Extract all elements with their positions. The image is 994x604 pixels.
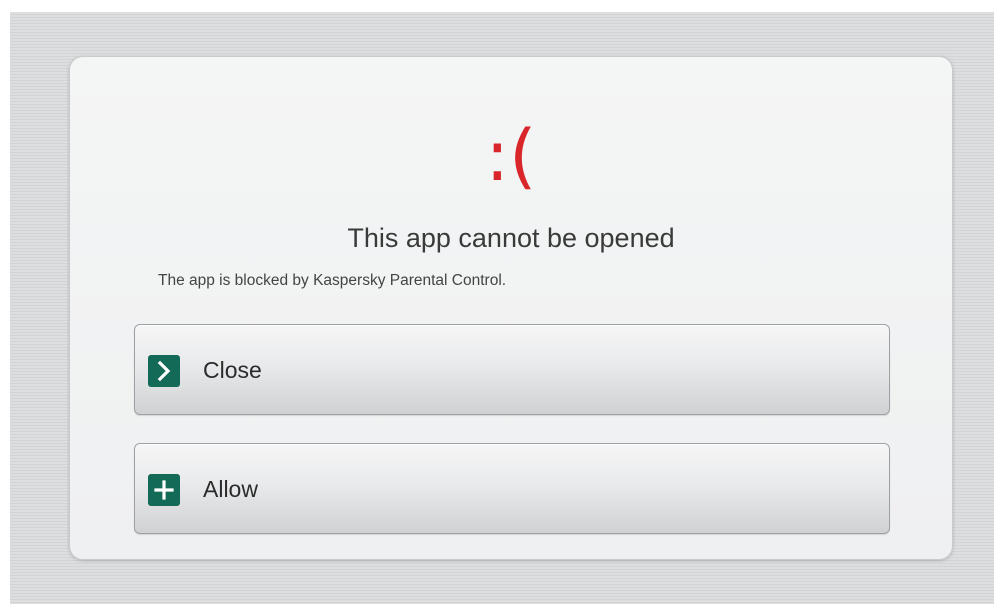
blocked-app-dialog: :( This app cannot be opened The app is … [69, 56, 953, 560]
dialog-title: This app cannot be opened [347, 223, 675, 253]
sad-face-icon: :( [485, 115, 537, 197]
plus-icon [148, 474, 180, 506]
dialog-message: The app is blocked by Kaspersky Parental… [158, 272, 507, 289]
allow-button[interactable]: Allow [134, 443, 890, 534]
chevron-right-icon [148, 355, 180, 387]
allow-button-label: Allow [203, 476, 258, 502]
close-button[interactable]: Close [134, 324, 890, 415]
close-button-label: Close [203, 357, 262, 383]
